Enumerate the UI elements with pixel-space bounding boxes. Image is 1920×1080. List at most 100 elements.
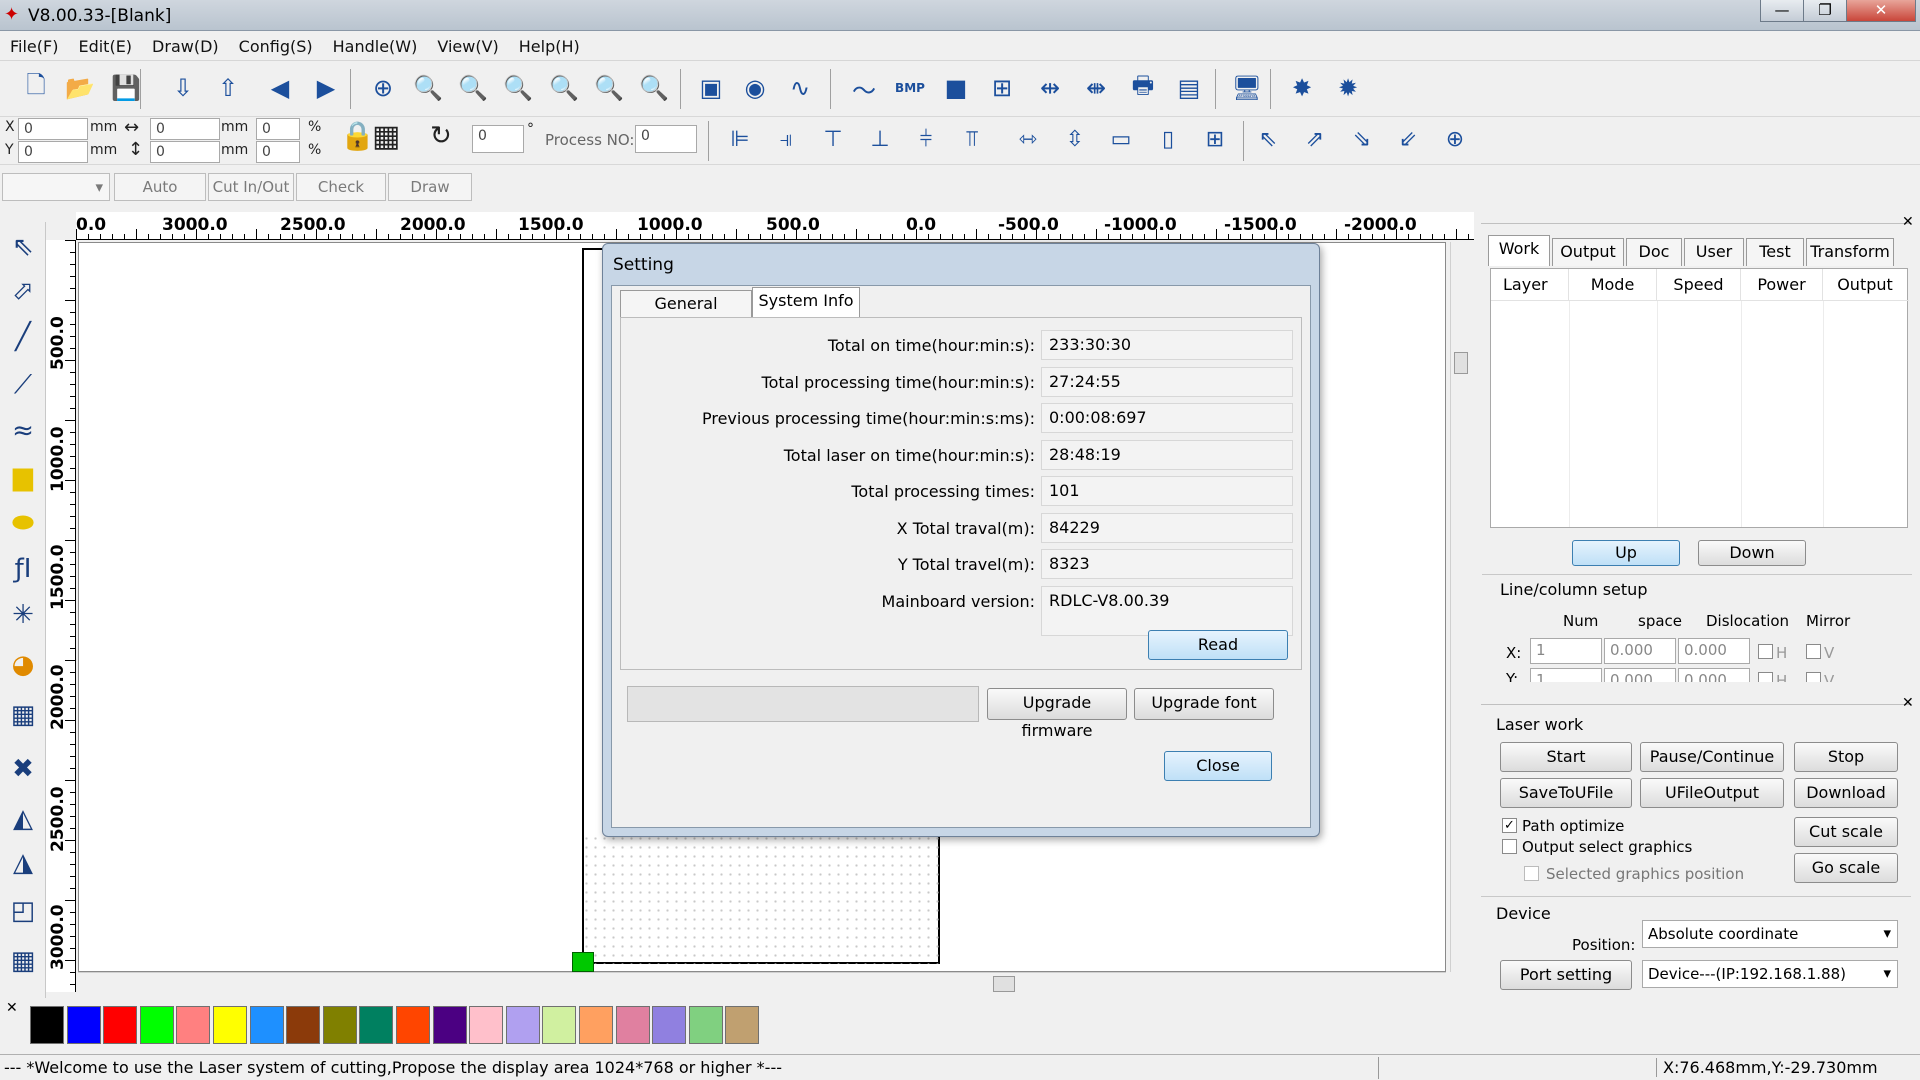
lc-y-mirror-h-checkbox[interactable]	[1758, 672, 1773, 682]
position-select[interactable]: Absolute coordinate ▾	[1642, 920, 1898, 948]
zoom-all-icon[interactable]: 🔍	[636, 70, 672, 106]
process-no-input[interactable]: 0	[635, 125, 697, 153]
horizontal-scrollbar[interactable]	[78, 972, 1446, 996]
color-swatch[interactable]	[66, 1006, 101, 1044]
minimize-button[interactable]: —	[1760, 0, 1804, 22]
color-swatch[interactable]	[322, 1006, 357, 1044]
move-top-right-icon[interactable]: ⇗	[1297, 121, 1333, 157]
panel-close-icon[interactable]: ✕	[1902, 214, 1914, 230]
tab-output[interactable]: Output	[1552, 238, 1624, 266]
vertical-scrollbar[interactable]	[1450, 242, 1470, 972]
align-top-icon[interactable]: ⊤	[815, 121, 851, 157]
lc-x-mirror-v-checkbox[interactable]	[1806, 644, 1821, 659]
auto-button[interactable]: Auto	[114, 173, 206, 201]
color-swatch[interactable]	[103, 1006, 138, 1044]
color-swatch[interactable]	[176, 1006, 211, 1044]
draw-button[interactable]: Draw	[388, 173, 472, 201]
color-swatch[interactable]	[139, 1006, 174, 1044]
color-swatch[interactable]	[396, 1006, 430, 1044]
delete-icon[interactable]: ✖	[5, 750, 41, 788]
port-setting-button[interactable]: Port setting	[1500, 960, 1632, 990]
color-swatch[interactable]	[542, 1006, 577, 1044]
color-swatch[interactable]	[505, 1006, 540, 1044]
maximize-button[interactable]: ❐	[1803, 0, 1847, 22]
download-button[interactable]: Download	[1794, 778, 1898, 808]
export-icon[interactable]: ⇧	[210, 70, 246, 106]
tab-user[interactable]: User	[1684, 238, 1744, 266]
align-center-h-icon[interactable]: ⫩	[908, 121, 944, 157]
ellipse-icon[interactable]: ⬬	[5, 504, 41, 542]
tab-doc[interactable]: Doc	[1626, 238, 1682, 266]
same-size-icon[interactable]: ⊞	[1197, 121, 1233, 157]
lc-x-mirror-h-checkbox[interactable]	[1758, 644, 1773, 659]
tab-work[interactable]: Work	[1488, 235, 1550, 266]
color-swatch[interactable]	[213, 1006, 247, 1044]
select-frame-icon[interactable]: ▣	[693, 70, 729, 106]
close-window-button[interactable]: ✕	[1846, 0, 1916, 22]
cut-in-out-button[interactable]: Cut In/Out	[208, 173, 294, 201]
ufile-output-button[interactable]: UFileOutput	[1640, 778, 1784, 808]
curve-icon[interactable]: 〜	[846, 70, 882, 106]
mirror-h-icon[interactable]: ◭	[5, 800, 41, 838]
save-icon[interactable]: 💾	[108, 70, 144, 106]
group-icon[interactable]: ⊞	[984, 70, 1020, 106]
point-icon[interactable]: ✳	[5, 596, 41, 634]
menu-draw[interactable]: Draw(D)	[142, 31, 229, 56]
undo-icon[interactable]: ◀	[262, 70, 298, 106]
menu-view[interactable]: View(V)	[427, 31, 508, 56]
zoom-window-icon[interactable]: 🔍	[591, 70, 627, 106]
zoom-out-icon[interactable]: 🔍	[455, 70, 491, 106]
color-swatch[interactable]	[652, 1006, 687, 1044]
layer-up-button[interactable]: Up	[1572, 540, 1680, 566]
same-height-icon[interactable]: ▯	[1150, 121, 1186, 157]
color-swatch[interactable]	[359, 1006, 394, 1044]
color-swatch[interactable]	[725, 1006, 760, 1044]
equal-spacing-h-icon[interactable]: ⇿	[1010, 121, 1046, 157]
color-swatch[interactable]	[286, 1006, 321, 1044]
menu-help[interactable]: Help(H)	[509, 31, 590, 56]
output-select-checkbox[interactable]	[1502, 839, 1517, 854]
lock-icon[interactable]: 🔒	[340, 119, 375, 152]
path-icon[interactable]: ∿	[782, 70, 818, 106]
pause-continue-button[interactable]: Pause/Continue	[1640, 742, 1784, 772]
same-width-icon[interactable]: ▭	[1103, 121, 1139, 157]
lc-y-mirror-v-checkbox[interactable]	[1806, 672, 1821, 682]
monitor-icon[interactable]: 🖥	[1229, 70, 1265, 106]
bitmap-icon[interactable]: BMP	[892, 70, 928, 106]
color-swatch[interactable]	[615, 1006, 650, 1044]
y-position-input[interactable]: 0	[18, 141, 88, 163]
tab-test[interactable]: Test	[1746, 238, 1804, 266]
lc-y-space-input[interactable]: 0.000	[1604, 668, 1676, 682]
laser-panel-close-icon[interactable]: ✕	[1902, 695, 1914, 711]
color-swatch[interactable]	[30, 1006, 64, 1044]
polyline-icon[interactable]: ⟋	[5, 366, 41, 404]
color-swatch[interactable]	[432, 1006, 467, 1044]
tab-general-settings[interactable]: General settings	[620, 290, 752, 339]
grid-position-icon[interactable]: ▦	[372, 119, 400, 154]
laser-dot-icon[interactable]: ✸	[1284, 70, 1320, 106]
node-select-icon[interactable]: ⬀	[5, 272, 41, 310]
palette-close-icon[interactable]: ✕	[6, 1000, 18, 1016]
save-to-ufile-button[interactable]: SaveToUFile	[1500, 778, 1632, 808]
import-icon[interactable]: ⇩	[165, 70, 201, 106]
check-button[interactable]: Check	[296, 173, 386, 201]
rectangle-icon[interactable]: ▆	[5, 458, 41, 496]
mirror-v-icon[interactable]: ◮	[5, 844, 41, 882]
menu-config[interactable]: Config(S)	[229, 31, 323, 56]
document-icon[interactable]: ▤	[1171, 70, 1207, 106]
equal-spacing-v-icon[interactable]: ⇳	[1057, 121, 1093, 157]
height-input[interactable]: 0	[150, 141, 220, 163]
move-center-icon[interactable]: ⊕	[1437, 121, 1473, 157]
layer-combo[interactable]: ▾	[2, 173, 110, 201]
tab-transform[interactable]: Transform	[1806, 238, 1894, 266]
align-left-icon[interactable]: ⊫	[722, 121, 758, 157]
laser-array-icon[interactable]: ✹	[1330, 70, 1366, 106]
redo-icon[interactable]: ▶	[308, 70, 344, 106]
align-height-icon[interactable]: ⇼	[1078, 70, 1114, 106]
lc-x-space-input[interactable]: 0.000	[1604, 638, 1676, 664]
menu-handle[interactable]: Handle(W)	[323, 31, 428, 56]
layer-table[interactable]: Layer Mode Speed Power Output	[1490, 268, 1909, 528]
move-bottom-right-icon[interactable]: ⇘	[1344, 121, 1380, 157]
upgrade-firmware-button[interactable]: Upgrade firmware	[987, 688, 1127, 740]
align-bottom-icon[interactable]: ⊥	[862, 121, 898, 157]
